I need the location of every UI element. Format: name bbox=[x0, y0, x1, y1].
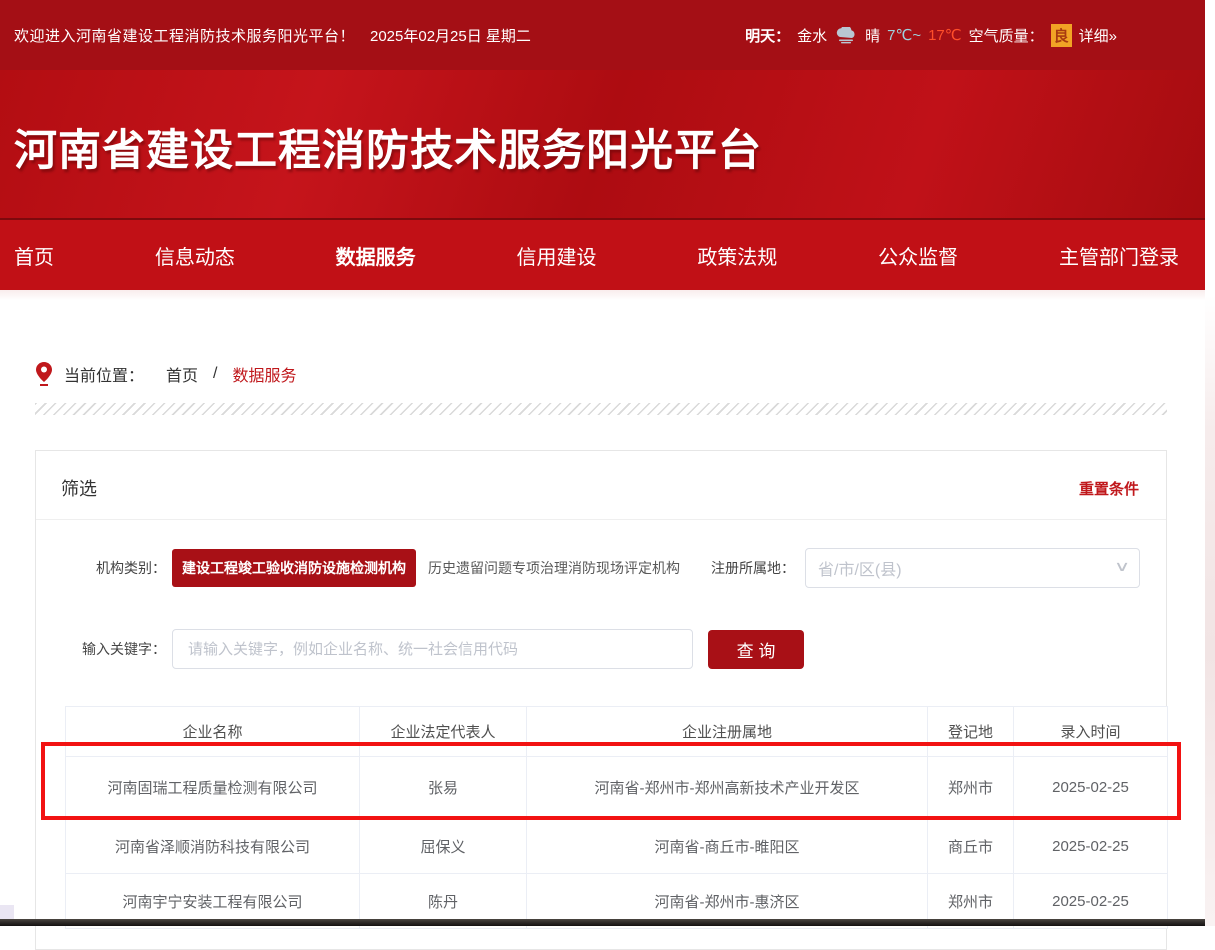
date-text: 2025年02月25日 星期二 bbox=[370, 25, 531, 46]
cell-legal-rep: 张易 bbox=[360, 757, 527, 819]
org-type-option[interactable]: 历史遗留问题专项治理消防现场评定机构 bbox=[428, 558, 680, 578]
cell-registration-city: 商丘市 bbox=[928, 819, 1014, 874]
air-quality-badge: 良 bbox=[1051, 24, 1072, 47]
topbar: 欢迎进入河南省建设工程消防技术服务阳光平台！ 2025年02月25日 星期二 明… bbox=[0, 0, 1205, 70]
cell-registered-region: 河南省-商丘市-睢阳区 bbox=[527, 819, 928, 874]
filter-row-keyword: 输入关键字： 查 询 bbox=[63, 629, 804, 669]
district-label: 金水 bbox=[797, 25, 827, 46]
breadcrumb-current[interactable]: 数据服务 bbox=[232, 362, 296, 386]
region-select-placeholder: 省/市/区(县) bbox=[818, 556, 902, 580]
slash-divider bbox=[35, 403, 1167, 415]
breadcrumb-label: 当前位置： bbox=[64, 362, 144, 386]
filter-row-org-type: 机构类别： 建设工程竣工验收消防设施检测机构 历史遗留问题专项治理消防现场评定机… bbox=[63, 547, 1140, 589]
scrollbar-track[interactable] bbox=[1205, 0, 1215, 926]
col-header-registration-city: 登记地 bbox=[928, 707, 1014, 757]
col-header-entry-date: 录入时间 bbox=[1014, 707, 1168, 757]
breadcrumb-home-link[interactable]: 首页 bbox=[166, 362, 198, 386]
region-select[interactable]: 省/市/区(县) ∨ bbox=[805, 548, 1140, 588]
weather-widget: 明天： 金水 晴 7℃~ 17℃ 空气质量： 良 详细» bbox=[745, 24, 1117, 47]
nav-item-policy[interactable]: 政策法规 bbox=[697, 241, 777, 270]
cell-registration-city: 郑州市 bbox=[928, 757, 1014, 819]
nav-item-credit[interactable]: 信用建设 bbox=[516, 241, 596, 270]
tomorrow-label: 明天： bbox=[745, 25, 790, 46]
org-type-label: 机构类别： bbox=[63, 558, 166, 578]
condition-label: 晴 bbox=[865, 25, 880, 46]
cell-company: 河南固瑞工程质量检测有限公司 bbox=[66, 757, 360, 819]
table-header-row: 企业名称 企业法定代表人 企业注册属地 登记地 录入时间 bbox=[66, 707, 1168, 757]
col-header-company: 企业名称 bbox=[66, 707, 360, 757]
col-header-registered-region: 企业注册属地 bbox=[527, 707, 928, 757]
cell-registered-region: 河南省-郑州市-郑州高新技术产业开发区 bbox=[527, 757, 928, 819]
ui-artifact bbox=[0, 905, 14, 919]
nav-item-public-supervision[interactable]: 公众监督 bbox=[878, 241, 958, 270]
site-title: 河南省建设工程消防技术服务阳光平台 bbox=[14, 116, 762, 178]
keyword-label: 输入关键字： bbox=[63, 639, 166, 659]
cell-entry-date: 2025-02-25 bbox=[1014, 819, 1168, 874]
breadcrumb: 当前位置： 首页 / 数据服务 bbox=[36, 362, 297, 386]
welcome-text: 欢迎进入河南省建设工程消防技术服务阳光平台！ bbox=[14, 25, 355, 46]
air-quality-label: 空气质量： bbox=[969, 25, 1044, 46]
location-pin-icon bbox=[36, 362, 52, 386]
cell-entry-date: 2025-02-25 bbox=[1014, 757, 1168, 819]
cloud-icon bbox=[834, 27, 858, 44]
temp-low: 7℃~ bbox=[887, 26, 921, 44]
keyword-input[interactable] bbox=[172, 629, 693, 669]
table-row: 河南省泽顺消防科技有限公司 屈保义 河南省-商丘市-睢阳区 商丘市 2025-0… bbox=[66, 819, 1168, 874]
cell-company: 河南省泽顺消防科技有限公司 bbox=[66, 819, 360, 874]
filter-title: 筛选 bbox=[61, 475, 97, 501]
panel-divider bbox=[36, 519, 1166, 520]
cell-legal-rep: 屈保义 bbox=[360, 819, 527, 874]
nav-item-dept-login[interactable]: 主管部门登录 bbox=[1059, 241, 1179, 270]
nav-glow-divider bbox=[0, 290, 1205, 300]
breadcrumb-separator: / bbox=[213, 365, 217, 383]
reset-filters-link[interactable]: 重置条件 bbox=[1079, 478, 1139, 499]
weather-detail-link[interactable]: 详细» bbox=[1079, 25, 1117, 46]
org-type-option-selected[interactable]: 建设工程竣工验收消防设施检测机构 bbox=[172, 549, 416, 587]
nav-item-home[interactable]: 首页 bbox=[14, 241, 54, 270]
main-nav: 首页 信息动态 数据服务 信用建设 政策法规 公众监督 主管部门登录 bbox=[0, 218, 1205, 290]
results-table: 企业名称 企业法定代表人 企业注册属地 登记地 录入时间 河南固瑞工程质量检测有… bbox=[65, 706, 1168, 929]
footer-bar bbox=[0, 919, 1215, 926]
nav-item-news[interactable]: 信息动态 bbox=[155, 241, 235, 270]
chevron-down-icon: ∨ bbox=[1114, 558, 1130, 575]
search-button[interactable]: 查 询 bbox=[708, 630, 804, 669]
table-row: 河南固瑞工程质量检测有限公司 张易 河南省-郑州市-郑州高新技术产业开发区 郑州… bbox=[66, 757, 1168, 819]
col-header-legal-rep: 企业法定代表人 bbox=[360, 707, 527, 757]
region-label: 注册所属地： bbox=[711, 558, 795, 578]
filter-panel: 筛选 重置条件 机构类别： 建设工程竣工验收消防设施检测机构 历史遗留问题专项治… bbox=[35, 450, 1167, 950]
nav-item-data-service[interactable]: 数据服务 bbox=[336, 241, 416, 270]
temp-high: 17℃ bbox=[928, 26, 962, 44]
site-header: 河南省建设工程消防技术服务阳光平台 bbox=[0, 70, 1205, 218]
